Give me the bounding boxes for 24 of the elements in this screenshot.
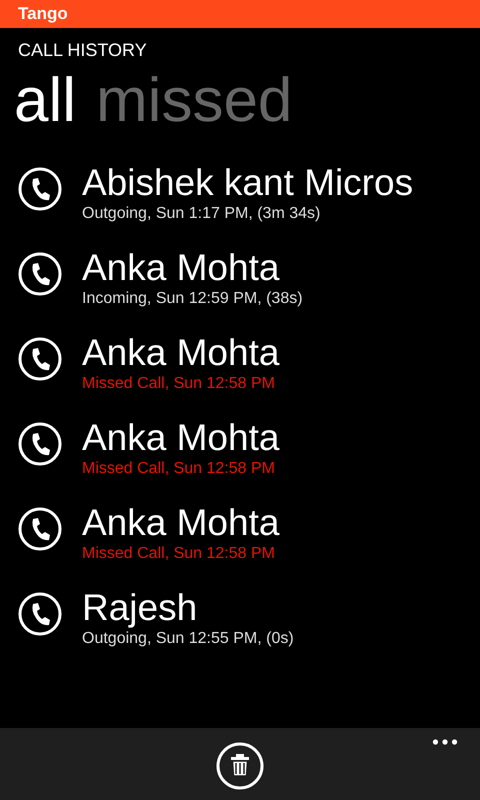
contact-name[interactable]: Anka Mohta <box>82 416 280 460</box>
call-details: Outgoing, Sun 12:55 PM, (0s) <box>82 630 294 648</box>
app-title: Tango <box>18 4 68 24</box>
page-title: CALL HISTORY <box>18 40 148 61</box>
phone-icon[interactable] <box>18 422 62 466</box>
contact-name[interactable]: Rajesh <box>82 586 294 630</box>
more-options-icon[interactable] <box>432 738 458 746</box>
contact-name[interactable]: Abishek kant Micros <box>82 161 414 205</box>
phone-icon[interactable] <box>18 167 62 211</box>
pivot-tab[interactable]: all <box>14 70 76 132</box>
phone-icon[interactable] <box>18 592 62 636</box>
contact-name[interactable]: Anka Mohta <box>82 501 280 545</box>
phone-icon[interactable] <box>18 507 62 551</box>
pivot-tab[interactable]: missed <box>96 70 292 132</box>
call-details: Outgoing, Sun 1:17 PM, (3m 34s) <box>82 205 322 223</box>
phone-icon[interactable] <box>18 252 62 296</box>
phone-icon[interactable] <box>18 337 62 381</box>
call-details: Missed Call, Sun 12:58 PM <box>82 375 276 393</box>
contact-name[interactable]: Anka Mohta <box>82 331 280 375</box>
delete-button[interactable] <box>216 742 264 790</box>
call-details: Missed Call, Sun 12:58 PM <box>82 460 276 478</box>
call-details: Incoming, Sun 12:59 PM, (38s) <box>82 290 303 308</box>
contact-name[interactable]: Anka Mohta <box>82 246 303 290</box>
call-details: Missed Call, Sun 12:58 PM <box>82 545 276 563</box>
